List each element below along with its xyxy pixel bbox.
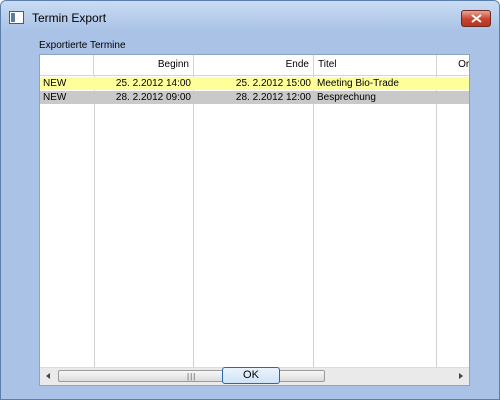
grip-icon: ||| [187, 372, 197, 381]
cell-ort [437, 77, 469, 90]
cell-status: NEW [43, 78, 67, 89]
termin-export-dialog: Termin Export Exportierte Termine Beginn… [0, 0, 500, 400]
cell-status: NEW [43, 92, 67, 103]
scroll-right-icon[interactable] [452, 368, 469, 385]
scrollbar-thumb[interactable]: ||| [58, 370, 325, 382]
termine-list[interactable]: Beginn Ende Titel Ort NEW 25. 2.2012 14:… [39, 54, 470, 386]
list-header: Beginn Ende Titel Ort [40, 55, 469, 76]
column-header-ende[interactable]: Ende [194, 55, 314, 75]
cell-ort [437, 91, 469, 104]
column-header-status[interactable] [40, 55, 94, 75]
title-bar[interactable]: Termin Export [1, 1, 499, 31]
scroll-left-icon[interactable] [40, 368, 57, 385]
table-row[interactable]: NEW 25. 2.2012 14:00 25. 2.2012 15:00 Me… [40, 77, 469, 90]
column-header-titel[interactable]: Titel [314, 55, 437, 75]
cell-beginn: 25. 2.2012 14:00 [115, 78, 191, 89]
column-divider [193, 75, 194, 367]
column-divider [436, 75, 437, 367]
close-button[interactable] [461, 10, 491, 27]
cell-titel: Besprechung [317, 92, 376, 103]
dialog-body: Exportierte Termine Beginn Ende Titel Or… [8, 32, 492, 392]
column-header-beginn[interactable]: Beginn [94, 55, 194, 75]
close-icon [471, 14, 482, 23]
cell-ende: 25. 2.2012 15:00 [235, 78, 311, 89]
cell-ende: 28. 2.2012 12:00 [235, 92, 311, 103]
group-label: Exportierte Termine [39, 40, 126, 51]
window-icon [9, 11, 24, 24]
column-header-ort[interactable]: Ort [437, 55, 469, 75]
ok-button[interactable]: OK [222, 367, 280, 384]
column-divider [94, 75, 95, 367]
table-row[interactable]: NEW 28. 2.2012 09:00 28. 2.2012 12:00 Be… [40, 91, 469, 104]
window-title: Termin Export [32, 11, 107, 25]
column-divider [313, 75, 314, 367]
cell-beginn: 28. 2.2012 09:00 [115, 92, 191, 103]
cell-titel: Meeting Bio-Trade [317, 78, 399, 89]
